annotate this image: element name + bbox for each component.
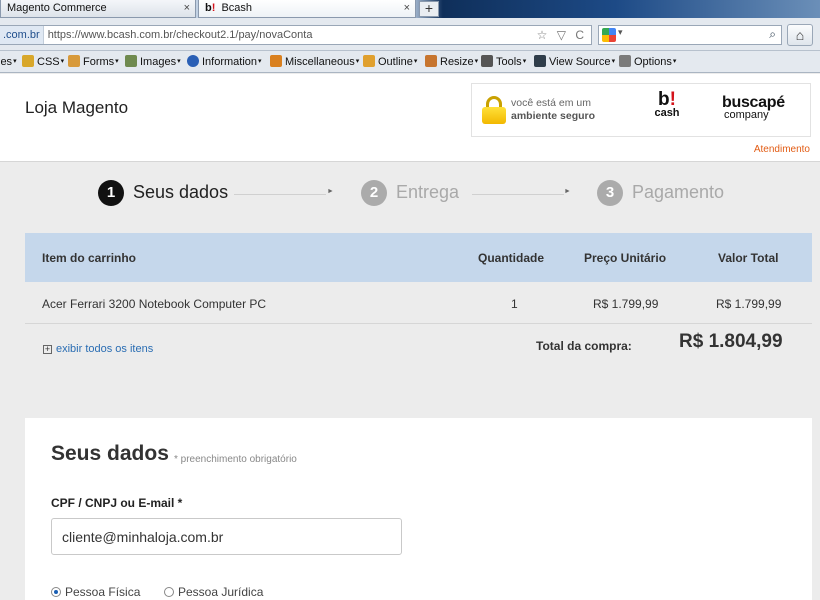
document-icon xyxy=(619,55,631,67)
cart-table: Item do carrinho Quantidade Preço Unitár… xyxy=(25,233,812,363)
monitor-icon xyxy=(534,55,546,67)
item-unit-price: R$ 1.799,99 xyxy=(593,297,659,311)
column-header-total: Valor Total xyxy=(718,251,779,265)
id-field-label: CPF / CNPJ ou E-mail * xyxy=(51,496,183,510)
close-tab-icon[interactable]: × xyxy=(184,2,190,14)
home-button[interactable]: ⌂ xyxy=(787,24,813,46)
step-connector xyxy=(234,194,326,195)
radio-pessoa-fisica[interactable]: Pessoa Física xyxy=(51,585,140,599)
clipboard-icon xyxy=(68,55,80,67)
buscape-logo: buscapé company xyxy=(722,94,785,122)
tab-magento-commerce[interactable]: Magento Commerce × xyxy=(0,0,196,18)
purchase-total-value: R$ 1.804,99 xyxy=(679,331,783,352)
folder-icon xyxy=(270,55,282,67)
close-tab-icon[interactable]: × xyxy=(404,2,410,14)
address-bar[interactable]: .com.br https://www.bcash.com.br/checkout… xyxy=(0,25,592,45)
column-header-quantity: Quantidade xyxy=(478,251,545,265)
secure-message: você está em um ambiente seguro xyxy=(511,97,596,122)
item-name: Acer Ferrari 3200 Notebook Computer PC xyxy=(42,297,267,311)
toolbar-menu-tools[interactable]: Tools▾ xyxy=(481,55,526,69)
chevron-down-icon[interactable]: ▾ xyxy=(618,27,623,38)
step-label: Seus dados xyxy=(133,182,229,202)
item-quantity: 1 xyxy=(511,297,518,311)
toolbar-menu-information[interactable]: Information▾ xyxy=(187,55,262,69)
expand-icon: + xyxy=(43,344,52,354)
web-developer-toolbar: ies▾ CSS▾ Forms▾ Images▾ Information▾ Mi… xyxy=(0,51,820,73)
toolbar-menu-css[interactable]: CSS▾ xyxy=(22,55,64,69)
form-title: Seus dados xyxy=(51,442,169,465)
toolbar-menu-miscellaneous[interactable]: Miscellaneous▾ xyxy=(270,55,359,69)
radio-selected-icon xyxy=(51,587,61,597)
toolbar-menu-view-source[interactable]: View Source▾ xyxy=(534,55,615,69)
lock-icon xyxy=(482,96,506,124)
search-icon[interactable]: ⌕ xyxy=(769,27,776,42)
image-icon xyxy=(125,55,137,67)
radio-unselected-icon xyxy=(164,587,174,597)
tab-label: Bcash xyxy=(221,2,253,14)
toolbar-menu-forms[interactable]: Forms▾ xyxy=(68,55,119,69)
personal-data-form: Seus dados * preenchimento obrigatório C… xyxy=(25,418,812,600)
step-number: 2 xyxy=(361,180,387,206)
bcash-logo: b! cash xyxy=(654,89,680,119)
step-number: 1 xyxy=(98,180,124,206)
checkout-steps: 1 Seus dados ► 2 Entrega ► 3 Pagamento xyxy=(0,174,820,214)
pencil-icon xyxy=(22,55,34,67)
checkout-page: Loja Magento você está em um ambiente seg… xyxy=(0,74,820,600)
store-name: Loja Magento xyxy=(25,98,129,117)
google-icon xyxy=(602,28,616,42)
step-label: Entrega xyxy=(396,182,460,202)
radio-pessoa-juridica[interactable]: Pessoa Jurídica xyxy=(164,585,263,599)
step-number: 3 xyxy=(597,180,623,206)
column-header-item: Item do carrinho xyxy=(42,251,137,265)
toolbar-menu-options[interactable]: Options▾ xyxy=(619,55,676,69)
toolbar-menu-outline[interactable]: Outline▾ xyxy=(363,55,417,69)
item-total: R$ 1.799,99 xyxy=(716,297,782,311)
page-header: Loja Magento você está em um ambiente seg… xyxy=(0,74,820,162)
url-host-badge: .com.br xyxy=(0,26,44,44)
show-all-items-link[interactable]: + exibir todos os itens xyxy=(43,343,153,355)
search-box[interactable]: ▾ ⌕ xyxy=(598,25,782,45)
secure-environment-banner: você está em um ambiente seguro b! cash b… xyxy=(471,83,811,137)
toolbar-menu-cookies[interactable]: ies▾ xyxy=(0,55,17,69)
purchase-total-label: Total da compra: xyxy=(536,339,632,353)
table-row: Acer Ferrari 3200 Notebook Computer PC 1… xyxy=(25,282,812,324)
cpf-cnpj-email-input[interactable] xyxy=(51,518,402,555)
url-text: https://www.bcash.com.br/checkout2.1/pay… xyxy=(47,29,313,41)
bookmark-reload-icons[interactable]: ☆ ▽ C xyxy=(537,26,587,44)
navigation-bar: .com.br https://www.bcash.com.br/checkout… xyxy=(0,18,820,51)
browser-tab-bar: Magento Commerce × b! Bcash × + xyxy=(0,0,820,18)
arrow-right-icon: ► xyxy=(327,188,334,195)
info-icon xyxy=(187,55,199,67)
tab-bcash[interactable]: b! Bcash × xyxy=(198,0,416,18)
pencil-icon xyxy=(363,55,375,67)
column-header-unit-price: Preço Unitário xyxy=(584,251,667,265)
tab-label: Magento Commerce xyxy=(7,2,107,14)
new-tab-button[interactable]: + xyxy=(419,1,439,17)
scissors-icon xyxy=(481,55,493,67)
pencil-icon xyxy=(425,55,437,67)
required-note: * preenchimento obrigatório xyxy=(174,454,297,465)
bcash-favicon-icon: b! xyxy=(205,2,216,14)
support-link[interactable]: Atendimento xyxy=(754,144,810,155)
cart-header-row: Item do carrinho Quantidade Preço Unitár… xyxy=(25,233,812,282)
step-connector xyxy=(472,194,564,195)
toolbar-menu-images[interactable]: Images▾ xyxy=(125,55,181,69)
toolbar-menu-resize[interactable]: Resize▾ xyxy=(425,55,478,69)
step-label: Pagamento xyxy=(632,182,725,202)
arrow-right-icon: ► xyxy=(564,188,571,195)
